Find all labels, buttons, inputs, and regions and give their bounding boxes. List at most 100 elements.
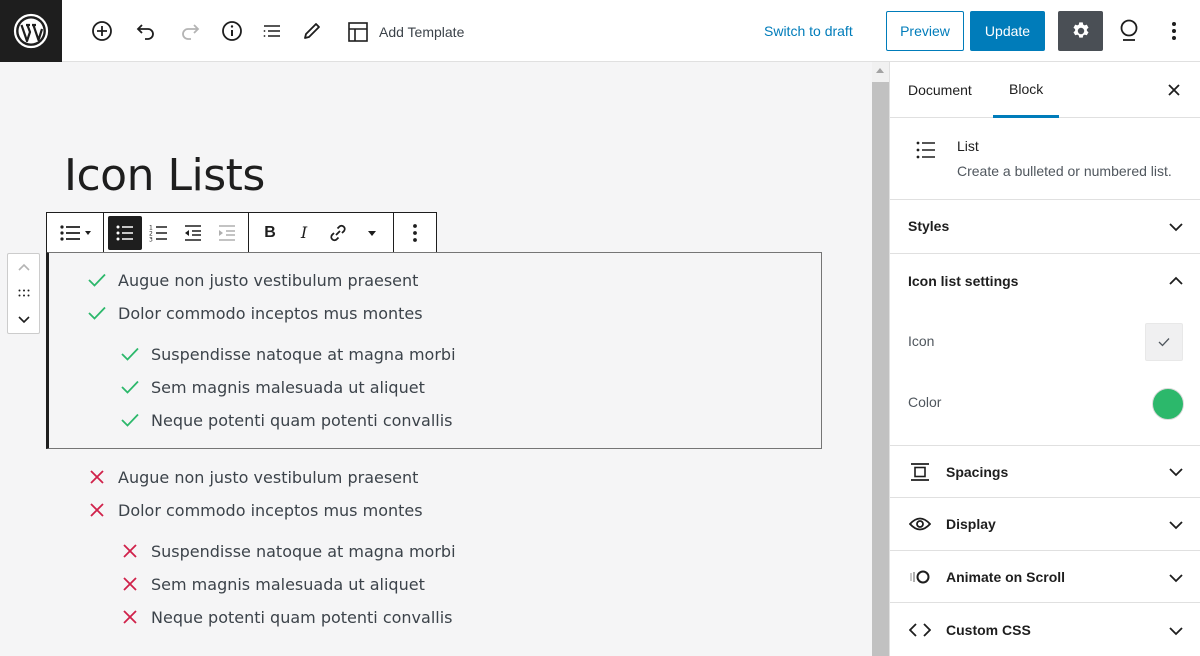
outline-button[interactable] <box>256 15 288 47</box>
icon-picker-button[interactable] <box>1145 323 1183 361</box>
styles-panel-toggle[interactable]: Styles <box>890 200 1200 254</box>
spacings-panel-toggle[interactable]: Spacings <box>890 446 1200 498</box>
info-icon <box>222 21 242 41</box>
wordpress-logo-button[interactable] <box>0 0 62 62</box>
list-item[interactable]: Sem magnis malesuada ut aliquet <box>119 375 425 399</box>
check-icon <box>1158 338 1170 347</box>
more-options-button[interactable] <box>1158 15 1190 47</box>
list-style-button[interactable] <box>51 216 99 250</box>
check-icon <box>86 302 108 324</box>
icon-setting-label: Icon <box>908 333 935 349</box>
custom-css-panel-title: Custom CSS <box>946 622 1031 638</box>
bold-button[interactable]: B <box>253 216 287 250</box>
pencil-icon <box>304 23 320 39</box>
chevron-down-icon <box>17 316 30 323</box>
chevron-down-icon <box>1169 468 1183 477</box>
bulb-icon <box>1120 19 1138 41</box>
svg-text:3: 3 <box>149 236 153 243</box>
eye-icon <box>908 516 932 532</box>
chevron-up-icon[interactable] <box>1168 274 1184 288</box>
list-item[interactable]: Neque potenti quam potenti convallis <box>119 605 453 629</box>
italic-button[interactable]: I <box>287 216 321 250</box>
list-item[interactable]: Augue non justo vestibulum praesent <box>86 268 418 292</box>
check-icon <box>119 376 141 398</box>
list-block-icon <box>914 138 938 167</box>
chevron-down-icon <box>1169 574 1183 583</box>
drag-handle[interactable] <box>12 283 36 303</box>
more-rich-text-button[interactable] <box>355 216 389 250</box>
chevron-down-icon <box>1169 223 1183 232</box>
color-picker-swatch[interactable] <box>1152 388 1184 420</box>
update-button[interactable]: Update <box>970 11 1045 51</box>
close-icon <box>1168 84 1180 96</box>
list-item-text: Augue non justo vestibulum praesent <box>118 467 419 487</box>
list-item-text: Dolor commodo inceptos mus montes <box>118 500 423 520</box>
caret-down-icon <box>368 230 376 236</box>
editor-top-bar: Add Template Switch to draft Preview Upd… <box>0 0 1200 62</box>
icon-list-settings-title[interactable]: Icon list settings <box>908 273 1018 289</box>
bold-label: B <box>264 223 276 241</box>
undo-button[interactable] <box>130 15 162 47</box>
list-item-text: Neque potenti quam potenti convallis <box>151 607 453 627</box>
unordered-list-button[interactable] <box>108 215 142 250</box>
post-title[interactable]: Icon Lists <box>64 150 265 201</box>
custom-css-panel-toggle[interactable]: Custom CSS <box>890 603 1200 656</box>
scrollbar-thumb[interactable] <box>872 82 889 656</box>
list-item[interactable]: Neque potenti quam potenti convallis <box>119 408 453 432</box>
list-item[interactable]: Suspendisse natoque at magna morbi <box>119 342 456 366</box>
block-description: Create a bulleted or numbered list. <box>957 163 1172 179</box>
move-down-button[interactable] <box>12 310 36 330</box>
list-item[interactable]: Suspendisse natoque at magna morbi <box>119 539 456 563</box>
scroll-up-arrow[interactable] <box>876 68 884 73</box>
wordpress-icon <box>13 13 49 49</box>
close-sidebar-button[interactable] <box>1162 78 1186 102</box>
link-icon <box>330 224 346 241</box>
ordered-list-button[interactable]: 123 <box>142 216 176 250</box>
animate-on-scroll-panel-title: Animate on Scroll <box>946 569 1066 585</box>
code-icon <box>908 622 932 638</box>
cross-icon <box>119 606 141 628</box>
move-up-button[interactable] <box>12 257 36 277</box>
block-toolbar: 123 B I <box>46 212 437 253</box>
cross-icon <box>86 466 108 488</box>
list-item[interactable]: Dolor commodo inceptos mus montes <box>86 301 423 325</box>
details-button[interactable] <box>216 15 248 47</box>
add-template-label: Add Template <box>379 24 465 40</box>
settings-button[interactable] <box>1058 11 1103 51</box>
vertical-ellipsis-icon <box>413 223 417 242</box>
animate-on-scroll-panel-toggle[interactable]: Animate on Scroll <box>890 551 1200 603</box>
redo-icon <box>182 24 200 40</box>
outdent-button[interactable] <box>176 216 210 250</box>
spacing-icon <box>908 463 932 481</box>
list-item-text: Dolor commodo inceptos mus montes <box>118 303 423 323</box>
list-item-text: Suspendisse natoque at magna morbi <box>151 344 456 364</box>
canvas-scrollbar[interactable] <box>872 62 889 656</box>
preview-button[interactable]: Preview <box>886 11 964 51</box>
block-card: List Create a bulleted or numbered list. <box>890 118 1200 200</box>
indent-icon <box>219 224 235 241</box>
display-panel-toggle[interactable]: Display <box>890 498 1200 551</box>
tab-block[interactable]: Block <box>993 62 1060 118</box>
list-view-icon <box>263 25 280 37</box>
switch-to-draft-button[interactable]: Switch to draft <box>764 23 853 39</box>
redo-button[interactable] <box>174 15 206 47</box>
indent-button[interactable] <box>210 216 244 250</box>
styles-panel-title: Styles <box>908 218 950 234</box>
vertical-ellipsis-icon <box>1172 22 1176 40</box>
list-item[interactable]: Sem magnis malesuada ut aliquet <box>119 572 425 596</box>
tools-button[interactable] <box>296 15 328 47</box>
tab-document[interactable]: Document <box>908 62 972 118</box>
list-item[interactable]: Dolor commodo inceptos mus montes <box>86 498 423 522</box>
animation-icon <box>908 569 932 585</box>
check-icon <box>119 409 141 431</box>
link-button[interactable] <box>321 216 355 250</box>
plugin-button[interactable] <box>1113 15 1145 47</box>
chevron-down-icon <box>1169 521 1183 530</box>
block-options-button[interactable] <box>398 216 432 250</box>
block-mover <box>7 253 40 334</box>
list-item[interactable]: Augue non justo vestibulum praesent <box>86 465 418 489</box>
add-block-button[interactable] <box>86 15 118 47</box>
numbered-list-icon: 123 <box>149 224 167 243</box>
list-style-icon <box>60 224 91 241</box>
add-template-button[interactable]: Add Template <box>347 19 464 45</box>
